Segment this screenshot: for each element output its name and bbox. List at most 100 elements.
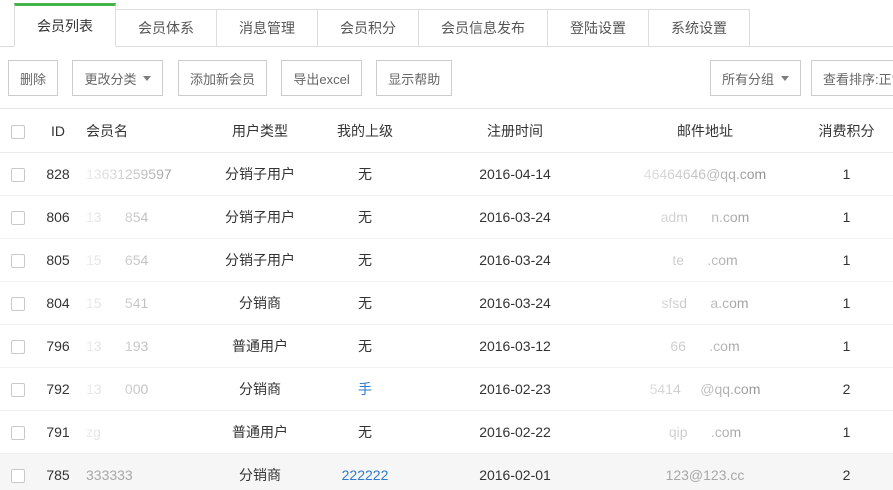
- delete-button-label: 删除: [20, 69, 46, 88]
- table-row: 805 15 654 分销子用户 无 2016-03-24 te .com 1: [0, 239, 893, 282]
- row-checkbox[interactable]: [11, 340, 25, 354]
- email-cell: te .com: [610, 239, 800, 282]
- sort-order-label: 查看排序:正常排序: [823, 69, 893, 88]
- change-category-label: 更改分类: [84, 69, 136, 88]
- user-type-cell: 分销商: [210, 454, 310, 490]
- add-member-label: 添加新会员: [190, 69, 255, 88]
- tab-message-management[interactable]: 消息管理: [217, 9, 318, 47]
- tab-member-points[interactable]: 会员积分: [318, 9, 419, 47]
- points-cell: 2: [800, 368, 893, 411]
- upline-link[interactable]: 222222: [310, 454, 420, 490]
- header-email: 邮件地址: [610, 109, 800, 153]
- member-id-cell: 796: [36, 325, 80, 368]
- register-date-cell: 2016-03-24: [420, 196, 610, 239]
- points-cell: 1: [800, 411, 893, 454]
- upline-cell: 无: [310, 153, 420, 196]
- row-checkbox[interactable]: [11, 297, 25, 311]
- header-points: 消费积分: [800, 109, 893, 153]
- change-category-dropdown[interactable]: 更改分类: [72, 60, 163, 96]
- register-date-cell: 2016-03-24: [420, 282, 610, 325]
- member-admin-panel: 会员列表 会员体系 消息管理 会员积分 会员信息发布 登陆设置 系统设置 删除 …: [0, 0, 893, 490]
- user-type-cell: 分销子用户: [210, 239, 310, 282]
- member-table: ID 会员名 用户类型 我的上级 注册时间 邮件地址 消费积分 828 1363…: [0, 108, 893, 490]
- select-all-checkbox[interactable]: [11, 125, 25, 139]
- header-upline: 我的上级: [310, 109, 420, 153]
- user-type-cell: 分销商: [210, 282, 310, 325]
- tab-login-settings[interactable]: 登陆设置: [548, 9, 649, 47]
- member-id-cell: 804: [36, 282, 80, 325]
- show-help-button[interactable]: 显示帮助: [376, 60, 452, 96]
- tab-member-list[interactable]: 会员列表: [14, 3, 116, 47]
- tab-member-system[interactable]: 会员体系: [116, 9, 217, 47]
- row-checkbox[interactable]: [11, 211, 25, 225]
- register-date-cell: 2016-03-24: [420, 239, 610, 282]
- points-cell: 1: [800, 196, 893, 239]
- export-excel-label: 导出excel: [293, 69, 349, 88]
- username-cell: 13 000: [80, 368, 210, 411]
- export-excel-button[interactable]: 导出excel: [281, 60, 361, 96]
- username-cell: 13 854: [80, 196, 210, 239]
- register-date-cell: 2016-02-22: [420, 411, 610, 454]
- member-id-cell: 805: [36, 239, 80, 282]
- email-cell: qip .com: [610, 411, 800, 454]
- all-groups-label: 所有分组: [722, 69, 774, 88]
- upline-cell: 无: [310, 239, 420, 282]
- row-checkbox[interactable]: [11, 469, 25, 483]
- register-date-cell: 2016-02-23: [420, 368, 610, 411]
- header-username: 会员名: [80, 109, 210, 153]
- username-cell: 15 654: [80, 239, 210, 282]
- user-type-cell: 普通用户: [210, 325, 310, 368]
- email-cell: 5414 @qq.com: [610, 368, 800, 411]
- username-cell: zg: [80, 411, 210, 454]
- table-row: 804 15 541 分销商 无 2016-03-24 sfsd a.com 1: [0, 282, 893, 325]
- upline-link[interactable]: 手: [310, 368, 420, 411]
- header-id: ID: [36, 109, 80, 153]
- user-type-cell: 分销子用户: [210, 153, 310, 196]
- member-id-cell: 828: [36, 153, 80, 196]
- points-cell: 1: [800, 153, 893, 196]
- add-member-button[interactable]: 添加新会员: [178, 60, 267, 96]
- chevron-down-icon: [781, 76, 789, 81]
- member-id-cell: 792: [36, 368, 80, 411]
- user-type-cell: 分销商: [210, 368, 310, 411]
- toolbar: 删除 更改分类 添加新会员 导出excel 显示帮助 所有分组 查看排序:正常排…: [0, 47, 893, 108]
- header-register-date: 注册时间: [420, 109, 610, 153]
- register-date-cell: 2016-02-01: [420, 454, 610, 490]
- header-user-type: 用户类型: [210, 109, 310, 153]
- email-cell: 46464646@qq.com: [610, 153, 800, 196]
- row-checkbox[interactable]: [11, 254, 25, 268]
- table-row: 785 333333 分销商 222222 2016-02-01 123@123…: [0, 454, 893, 490]
- tab-bar: 会员列表 会员体系 消息管理 会员积分 会员信息发布 登陆设置 系统设置: [0, 0, 893, 47]
- row-checkbox[interactable]: [11, 426, 25, 440]
- table-row: 796 13 193 普通用户 无 2016-03-12 66 .com 1: [0, 325, 893, 368]
- user-type-cell: 分销子用户: [210, 196, 310, 239]
- email-cell: sfsd a.com: [610, 282, 800, 325]
- user-type-cell: 普通用户: [210, 411, 310, 454]
- row-checkbox[interactable]: [11, 383, 25, 397]
- upline-cell: 无: [310, 282, 420, 325]
- sort-order-button[interactable]: 查看排序:正常排序: [811, 60, 893, 96]
- tab-member-info-publish[interactable]: 会员信息发布: [419, 9, 548, 47]
- delete-button[interactable]: 删除: [8, 60, 58, 96]
- points-cell: 2: [800, 454, 893, 490]
- row-checkbox[interactable]: [11, 168, 25, 182]
- toolbar-right-group: 所有分组 查看排序:正常排序: [710, 60, 893, 96]
- member-id-cell: 785: [36, 454, 80, 490]
- username-cell: 333333: [80, 454, 210, 490]
- points-cell: 1: [800, 325, 893, 368]
- username-cell: 15 541: [80, 282, 210, 325]
- points-cell: 1: [800, 239, 893, 282]
- member-id-cell: 791: [36, 411, 80, 454]
- all-groups-dropdown[interactable]: 所有分组: [710, 60, 801, 96]
- tab-system-settings[interactable]: 系统设置: [649, 9, 750, 47]
- chevron-down-icon: [143, 76, 151, 81]
- upline-cell: 无: [310, 411, 420, 454]
- table-row: 791 zg 普通用户 无 2016-02-22 qip .com 1: [0, 411, 893, 454]
- register-date-cell: 2016-04-14: [420, 153, 610, 196]
- username-cell: 13 193: [80, 325, 210, 368]
- table-row: 806 13 854 分销子用户 无 2016-03-24 adm n.com …: [0, 196, 893, 239]
- table-row: 828 13631259597 分销子用户 无 2016-04-14 46464…: [0, 153, 893, 196]
- email-cell: 66 .com: [610, 325, 800, 368]
- table-header-row: ID 会员名 用户类型 我的上级 注册时间 邮件地址 消费积分: [0, 109, 893, 153]
- points-cell: 1: [800, 282, 893, 325]
